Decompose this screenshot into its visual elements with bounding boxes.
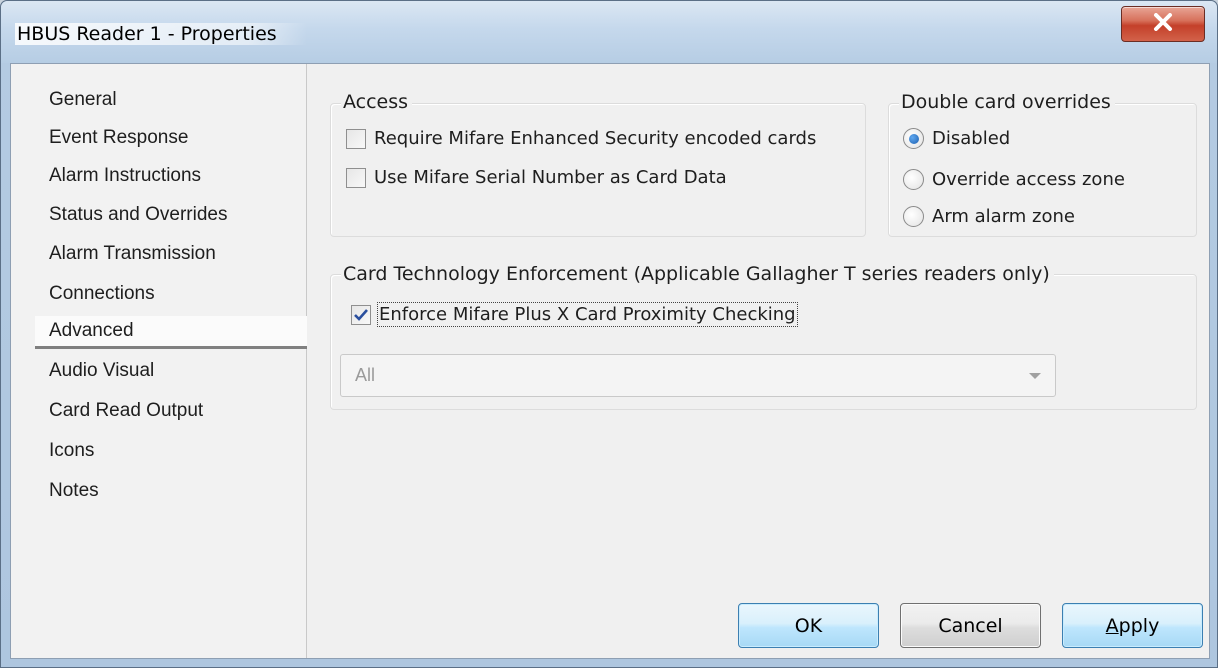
sidebar-item-alarm-transmission[interactable]: Alarm Transmission — [49, 239, 216, 269]
sidebar-nav: General Event Response Alarm Instruction… — [11, 64, 307, 658]
require-mifare-enhanced-checkbox[interactable]: Require Mifare Enhanced Security encoded… — [346, 128, 816, 149]
radio-arm-alarm-zone[interactable]: Arm alarm zone — [903, 206, 1075, 227]
ok-button[interactable]: OK — [738, 603, 879, 648]
checkbox-box[interactable] — [346, 128, 366, 149]
sidebar-item-connections[interactable]: Connections — [49, 279, 155, 309]
sidebar-item-card-read-output[interactable]: Card Read Output — [49, 396, 203, 426]
apply-button[interactable]: Apply — [1062, 603, 1203, 648]
window-title: HBUS Reader 1 - Properties — [15, 23, 307, 45]
apply-mnemonic: A — [1105, 614, 1119, 637]
checkbox-checked-icon[interactable] — [351, 304, 371, 325]
access-group-label: Access — [341, 91, 413, 113]
use-mifare-serial-checkbox[interactable]: Use Mifare Serial Number as Card Data — [346, 167, 727, 188]
sidebar-item-general[interactable]: General — [49, 85, 117, 115]
sidebar-item-icons[interactable]: Icons — [49, 436, 94, 466]
radio-disabled[interactable]: Disabled — [903, 128, 1010, 149]
close-button[interactable] — [1121, 6, 1205, 42]
sidebar-item-audio-visual[interactable]: Audio Visual — [49, 356, 154, 386]
sidebar-item-advanced[interactable]: Advanced — [35, 316, 307, 349]
sidebar-item-event-response[interactable]: Event Response — [49, 123, 188, 153]
enforce-mifare-plus-label: Enforce Mifare Plus X Card Proximity Che… — [377, 302, 798, 327]
sidebar-item-notes[interactable]: Notes — [49, 476, 99, 506]
chevron-down-icon[interactable] — [1029, 373, 1041, 379]
radio-override-access-zone[interactable]: Override access zone — [903, 169, 1125, 190]
close-x-icon — [1153, 12, 1173, 36]
require-mifare-enhanced-label: Require Mifare Enhanced Security encoded… — [374, 128, 817, 149]
properties-window: HBUS Reader 1 - Properties General Event… — [0, 0, 1218, 668]
radio-override-access-zone-label: Override access zone — [932, 169, 1125, 190]
radio-disabled-label: Disabled — [932, 128, 1011, 149]
radio-selected-icon[interactable] — [903, 128, 924, 149]
checkbox-box[interactable] — [346, 167, 366, 188]
use-mifare-serial-label: Use Mifare Serial Number as Card Data — [374, 167, 727, 188]
enforce-mifare-plus-checkbox[interactable]: Enforce Mifare Plus X Card Proximity Che… — [351, 302, 798, 327]
radio-arm-alarm-zone-label: Arm alarm zone — [932, 206, 1075, 227]
card-tech-select-value: All — [355, 365, 376, 385]
card-tech-select[interactable]: All — [340, 354, 1056, 397]
card-technology-label: Card Technology Enforcement (Applicable … — [341, 263, 1054, 285]
double-card-overrides-label: Double card overrides — [899, 91, 1115, 113]
cancel-button[interactable]: Cancel — [900, 603, 1041, 648]
sidebar-item-status-and-overrides[interactable]: Status and Overrides — [49, 200, 227, 230]
apply-label-rest: pply — [1118, 614, 1160, 637]
sidebar-item-alarm-instructions[interactable]: Alarm Instructions — [49, 161, 201, 191]
dialog-client-area: General Event Response Alarm Instruction… — [10, 63, 1210, 659]
radio-unselected-icon[interactable] — [903, 206, 924, 227]
radio-unselected-icon[interactable] — [903, 169, 924, 190]
title-bar[interactable]: HBUS Reader 1 - Properties — [1, 1, 1217, 63]
